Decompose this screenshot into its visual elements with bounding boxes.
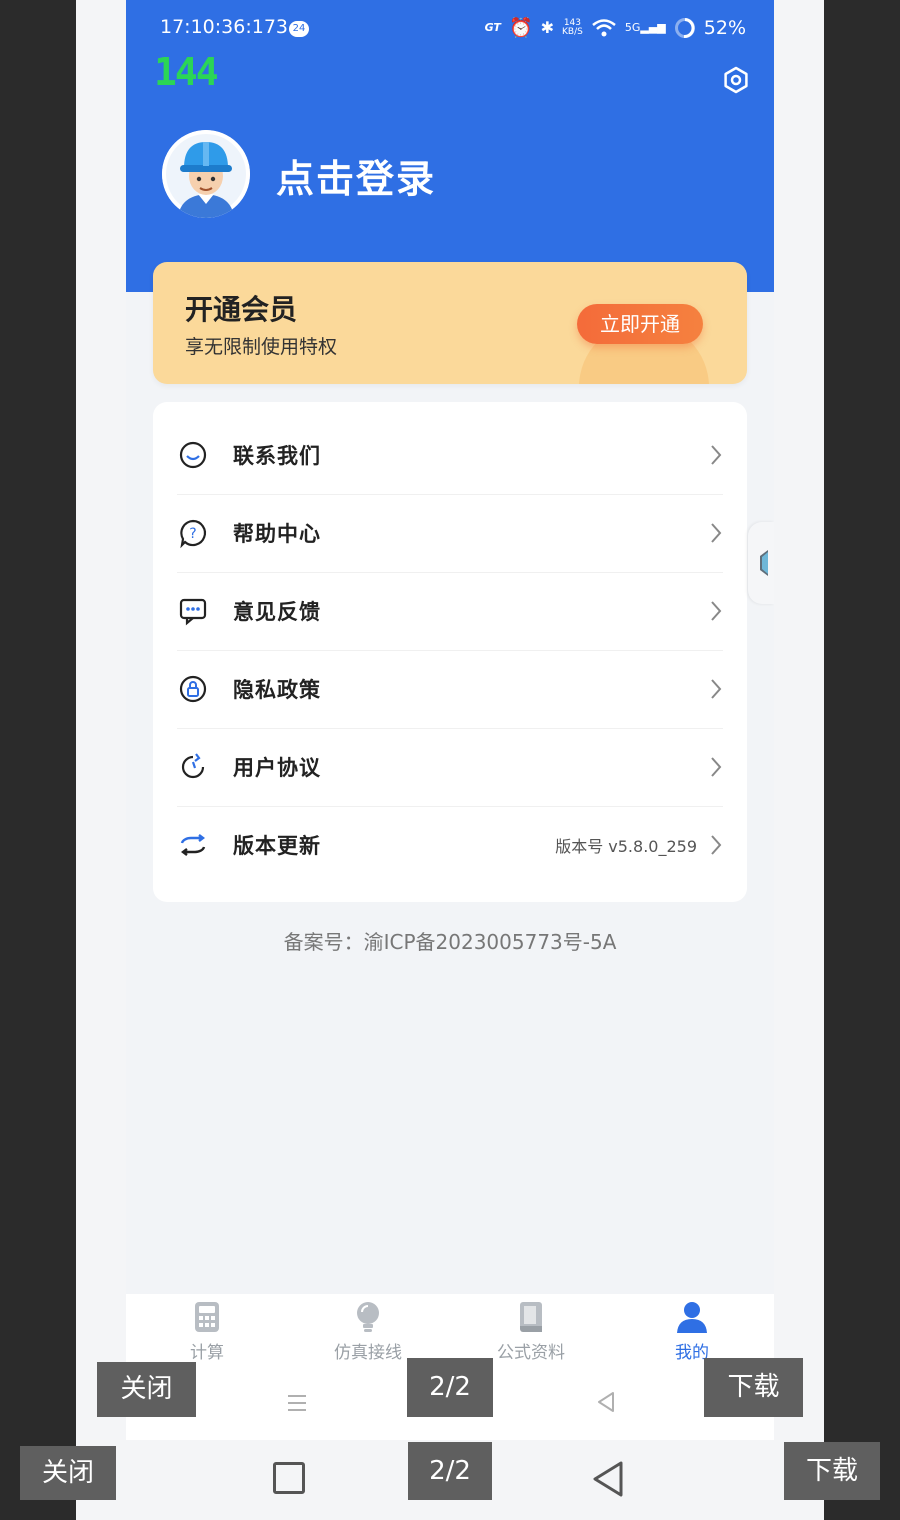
chevron-right-icon [711, 523, 722, 543]
chevron-right-icon [711, 757, 722, 777]
bulb-icon [357, 1302, 379, 1332]
overlay-close-button[interactable]: 关闭 [97, 1362, 196, 1417]
status-time: 17:10:36:173 24 [160, 16, 309, 38]
fps-counter: 144 [154, 50, 219, 94]
vip-title: 开通会员 [185, 293, 298, 326]
tab-mine[interactable]: 我的 [632, 1300, 752, 1363]
menu-item-label: 帮助中心 [233, 522, 321, 546]
viewer-page-indicator: 2/2 [408, 1442, 492, 1500]
settings-icon[interactable] [722, 66, 750, 94]
bluetooth-icon: ✱ [540, 18, 555, 37]
login-prompt[interactable]: 点击登录 [276, 148, 436, 203]
book-icon [520, 1302, 542, 1332]
tab-simulation-wiring[interactable]: 仿真接线 [308, 1300, 428, 1363]
home-square-icon[interactable] [273, 1462, 305, 1494]
gt-icon: GT [484, 21, 501, 34]
worker-avatar-icon [162, 130, 250, 218]
help-icon: ? [180, 519, 207, 549]
chevron-right-icon [711, 835, 722, 855]
privacy-lock-icon [179, 675, 207, 703]
back-triangle-icon[interactable] [590, 1460, 626, 1498]
calculator-icon [195, 1302, 219, 1332]
menu-item-feedback[interactable]: 意见反馈 [153, 572, 747, 650]
menu-item-user-agreement[interactable]: 用户协议 [153, 728, 747, 806]
vip-card[interactable]: 开通会员 享无限制使用特权 立即开通 [153, 262, 747, 384]
menu-icon[interactable] [286, 1392, 308, 1414]
svg-text:?: ? [189, 526, 196, 542]
vip-subtitle: 享无限制使用特权 [185, 336, 338, 358]
overlay-download-button[interactable]: 下载 [704, 1358, 803, 1417]
tab-formula-materials[interactable]: 公式资料 [471, 1300, 591, 1363]
feedback-icon [179, 598, 207, 626]
version-number: 版本号 v5.8.0_259 [555, 837, 697, 856]
battery-ring-icon [674, 17, 695, 38]
viewer-close-button[interactable]: 关闭 [20, 1446, 116, 1500]
chevron-right-icon [711, 601, 722, 621]
icp-record[interactable]: 备案号：渝ICP备2023005773号-5A [126, 926, 774, 955]
menu-item-version-update[interactable]: 版本更新 版本号 v5.8.0_259 [153, 806, 747, 884]
chevron-right-icon [711, 679, 722, 699]
menu-item-privacy-policy[interactable]: 隐私政策 [153, 650, 747, 728]
back-triangle-icon[interactable] [594, 1390, 618, 1414]
menu-item-label: 意见反馈 [233, 600, 321, 624]
tab-calculate[interactable]: 计算 [147, 1300, 267, 1363]
menu-item-label: 用户协议 [233, 756, 321, 780]
menu-item-label: 版本更新 [233, 834, 321, 858]
side-tab-arrow-icon [760, 550, 768, 576]
network-speed: 143 KB/S [562, 17, 583, 37]
battery-level: 52% [703, 16, 746, 39]
app-screen: 17:10:36:173 24 GT ⏰ ✱ 143 KB/S 5G▂▄▆ 52% … [126, 0, 774, 1440]
alarm-icon: ⏰ [508, 17, 533, 39]
menu-item-help-center[interactable]: ? 帮助中心 [153, 494, 747, 572]
viewer-download-button[interactable]: 下载 [784, 1442, 880, 1500]
chevron-right-icon [711, 445, 722, 465]
menu-list: 联系我们 ? 帮助中心 意见反馈 隐私政策 用户协议 版本更新 版本号 v5.8… [153, 402, 747, 902]
agreement-refresh-icon [181, 753, 205, 779]
user-icon [677, 1302, 707, 1333]
status-icons: GT ⏰ ✱ 143 KB/S 5G▂▄▆ 52% [484, 16, 746, 40]
menu-item-label: 隐私政策 [233, 678, 321, 702]
update-sync-icon [180, 834, 206, 856]
menu-item-contact-us[interactable]: 联系我们 [153, 416, 747, 494]
time-badge: 24 [289, 21, 309, 37]
tab-label: 计算 [190, 1343, 224, 1363]
cell-signal-icon: 5G▂▄▆ [624, 21, 666, 34]
overlay-page-indicator: 2/2 [407, 1358, 493, 1417]
avatar[interactable] [162, 130, 250, 218]
wifi-icon [592, 18, 616, 36]
menu-item-label: 联系我们 [233, 444, 321, 468]
side-floating-tab[interactable] [748, 522, 774, 604]
chat-icon [179, 441, 207, 469]
activate-vip-button[interactable]: 立即开通 [577, 304, 703, 344]
